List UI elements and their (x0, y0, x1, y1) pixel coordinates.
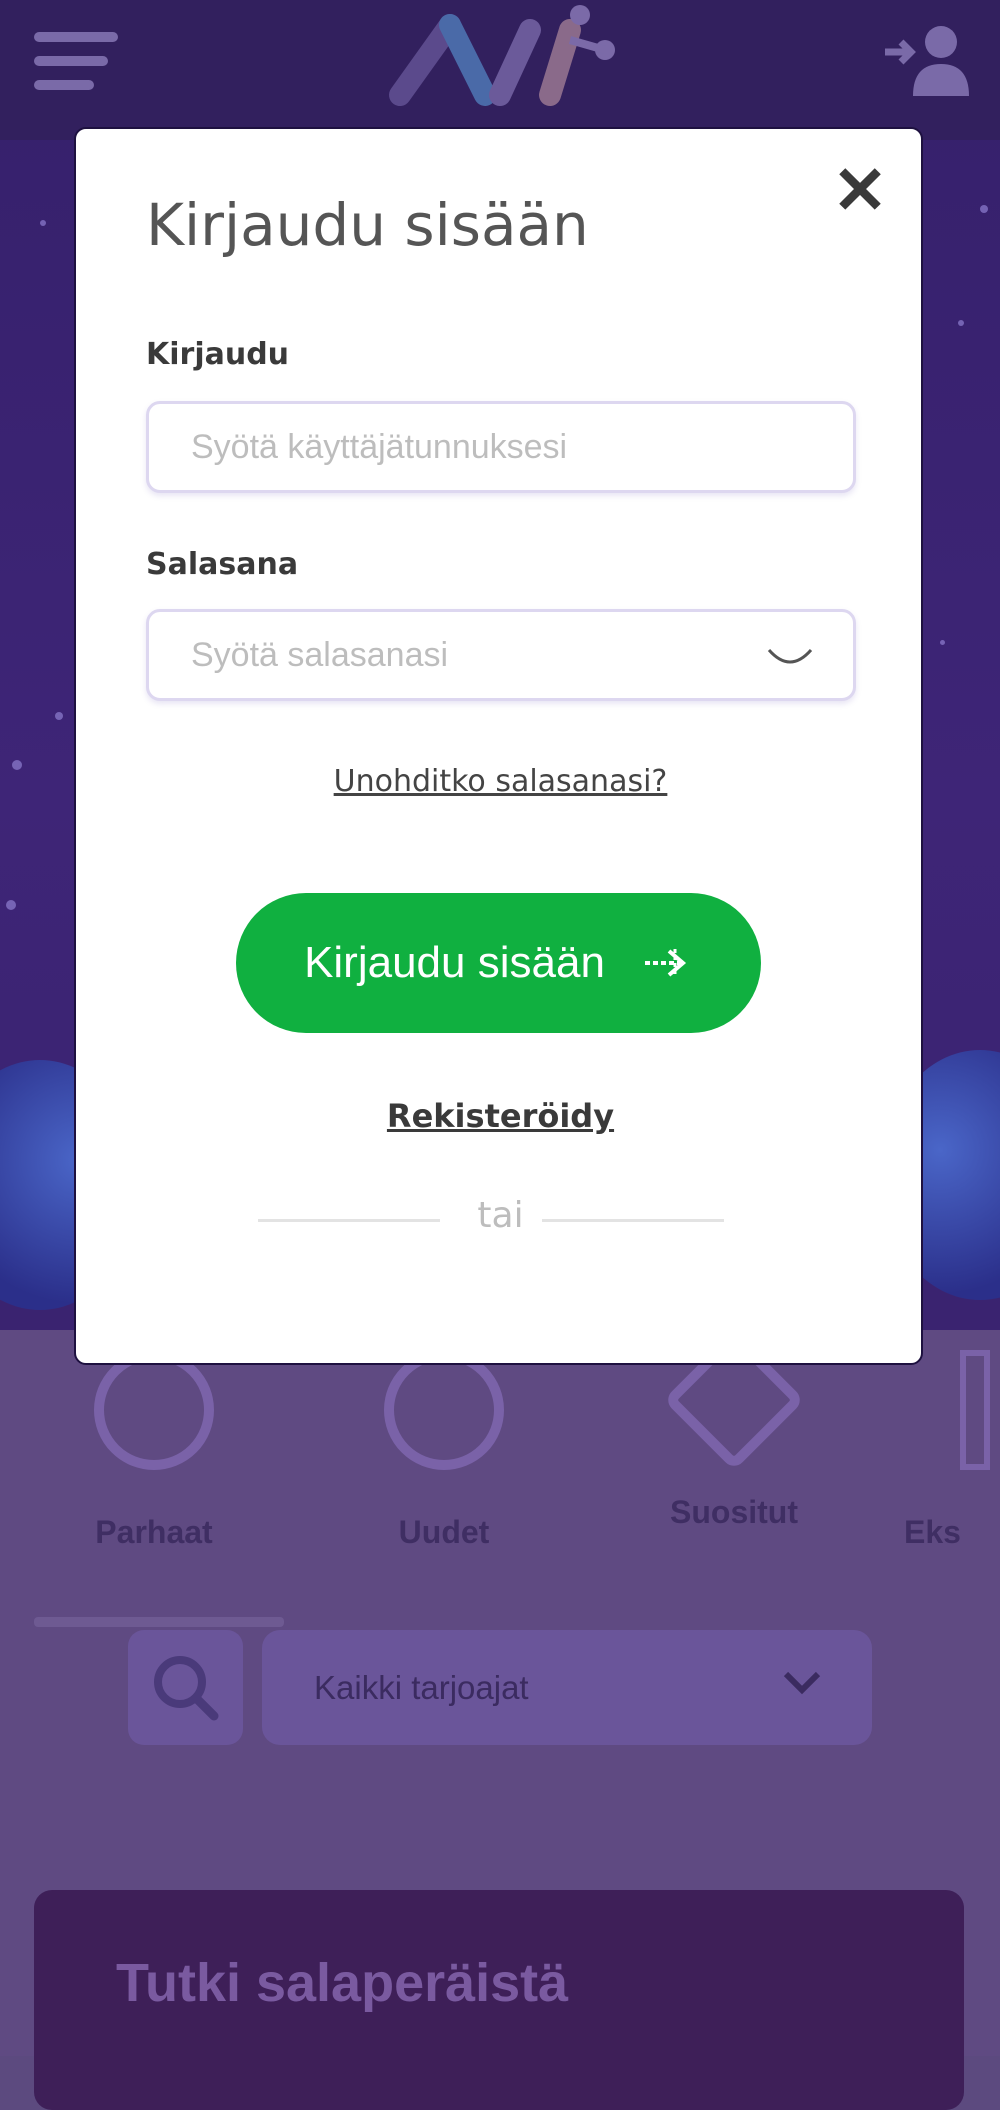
arrow-right-icon (644, 949, 686, 977)
login-modal: ✕ Kirjaudu sisään Kirjaudu Salasana Unoh… (74, 127, 923, 1365)
username-label: Kirjaudu (146, 337, 290, 372)
active-tab-indicator (34, 1617, 284, 1627)
tab-label: Parhaat (95, 1514, 213, 1550)
login-button[interactable]: Kirjaudu sisään (236, 893, 761, 1033)
category-tabs: Parhaat Uudet Suositut Eks (0, 1329, 1000, 1570)
divider-text: tai (477, 1195, 524, 1236)
promo-banner: Tutki salaperäistä (34, 1890, 964, 2110)
modal-title: Kirjaudu sisään (146, 191, 589, 259)
provider-select[interactable]: Kaikki tarjoajat (262, 1630, 872, 1745)
star-decoration (980, 205, 988, 213)
tab-suositut[interactable]: Suositut (634, 1329, 834, 1531)
tab-label: Uudet (398, 1514, 490, 1550)
star-decoration (6, 900, 16, 910)
tab-parhaat[interactable]: Parhaat (54, 1340, 254, 1551)
password-input[interactable] (149, 612, 853, 698)
password-field-wrapper (146, 609, 856, 701)
close-icon[interactable]: ✕ (827, 157, 893, 223)
star-decoration (958, 320, 964, 326)
tab-label: Suositut (670, 1494, 798, 1530)
search-button[interactable] (128, 1630, 243, 1745)
promo-title: Tutki salaperäistä (116, 1953, 569, 2013)
user-login-icon[interactable] (885, 22, 969, 96)
username-field-wrapper (146, 401, 856, 493)
search-icon (154, 1656, 219, 1721)
top-bar (0, 0, 1000, 140)
username-input[interactable] (149, 404, 853, 490)
star-decoration (940, 640, 945, 645)
star-decoration (55, 712, 63, 720)
register-link[interactable]: Rekisteröidy (76, 1097, 925, 1135)
site-logo (389, 5, 615, 106)
tab-uudet[interactable]: Uudet (344, 1340, 544, 1551)
eye-closed-icon[interactable] (765, 640, 815, 676)
provider-select-value: Kaikki tarjoajat (314, 1668, 529, 1706)
chevron-down-icon (783, 1671, 821, 1695)
exclusive-icon (960, 1350, 990, 1470)
star-decoration (12, 760, 22, 770)
forgot-password-link[interactable]: Unohditko salasanasi? (76, 764, 925, 799)
login-button-label: Kirjaudu sisään (304, 938, 605, 987)
password-label: Salasana (146, 547, 299, 582)
tab-eks[interactable]: Eks (880, 1340, 1000, 1551)
chip-icon (94, 1350, 214, 1470)
hamburger-menu-icon[interactable] (34, 32, 118, 90)
divider-line (542, 1219, 724, 1222)
star-decoration (40, 220, 46, 226)
new-badge-icon (384, 1350, 504, 1470)
tab-label: Eks (904, 1514, 961, 1550)
